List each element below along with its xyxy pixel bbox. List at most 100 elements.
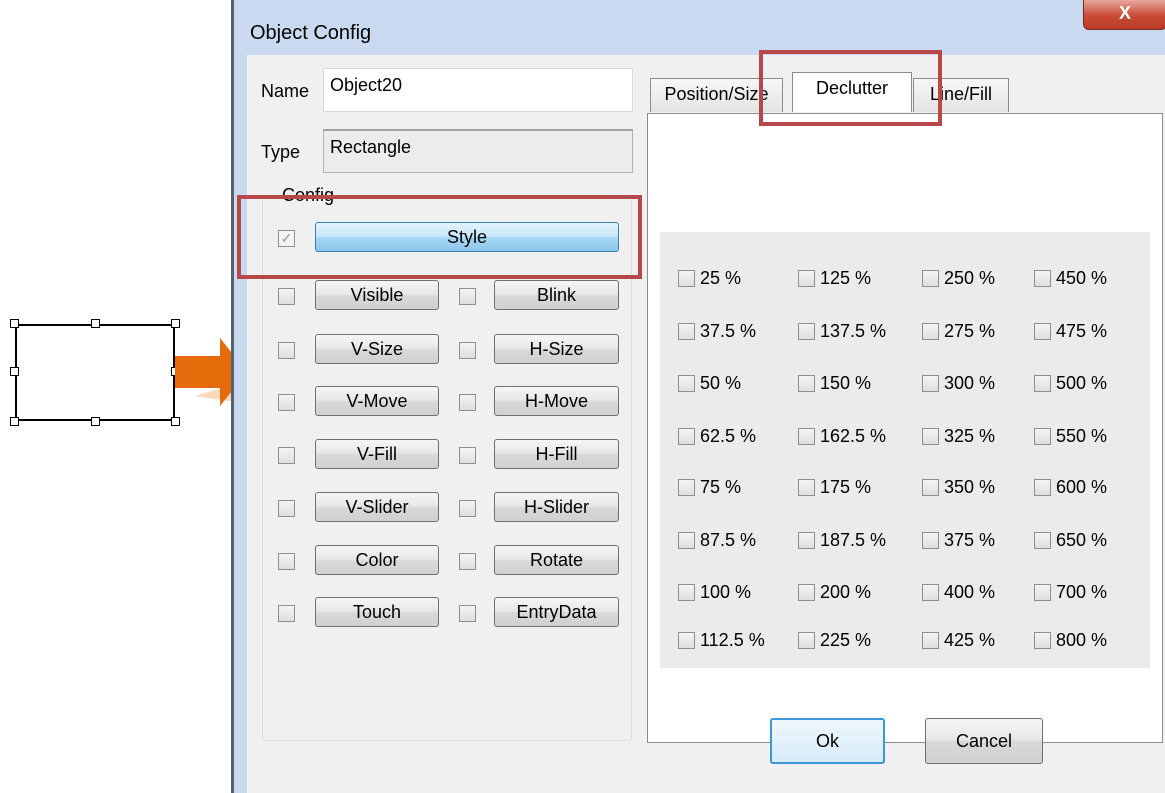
v-size-button[interactable]: V-Size (315, 334, 439, 364)
color-button[interactable]: Color (315, 545, 439, 575)
declutter-checkbox[interactable] (798, 479, 815, 496)
declutter-label: 100 % (700, 582, 752, 602)
declutter-checkbox[interactable] (922, 270, 939, 287)
declutter-checkbox[interactable] (1034, 479, 1051, 496)
declutter-label: 187.5 % (820, 530, 887, 550)
ok-button[interactable]: Ok (770, 718, 885, 764)
h-slider-button[interactable]: H-Slider (494, 492, 619, 522)
declutter-checkbox[interactable] (922, 375, 939, 392)
resize-handle[interactable] (171, 417, 180, 426)
declutter-label: 175 % (820, 477, 872, 497)
declutter-checkbox[interactable] (798, 428, 815, 445)
blink-button[interactable]: Blink (494, 280, 619, 310)
declutter-checkbox[interactable] (1034, 532, 1051, 549)
declutter-checkbox[interactable] (798, 375, 815, 392)
declutter-checkbox[interactable] (678, 375, 695, 392)
resize-handle[interactable] (171, 319, 180, 328)
declutter-checkbox[interactable] (922, 479, 939, 496)
declutter-options: 25 % 37.5 % 50 % 62.5 % 75 % 87.5 % 100 % 112.5… (660, 232, 1150, 668)
object-config-dialog: Object Config X Name Object20 Type Recta… (231, 0, 1165, 793)
checkbox-h-fill[interactable] (459, 447, 476, 464)
declutter-label: 375 % (944, 530, 996, 550)
declutter-checkbox[interactable] (798, 632, 815, 649)
resize-handle[interactable] (10, 367, 19, 376)
declutter-label: 275 % (944, 321, 996, 341)
declutter-label: 450 % (1056, 268, 1108, 288)
resize-handle[interactable] (10, 319, 19, 328)
dialog-client-area: Name Object20 Type Rectangle Config ✓ St… (237, 50, 1165, 793)
h-move-button[interactable]: H-Move (494, 386, 619, 416)
checkbox-touch[interactable] (278, 605, 295, 622)
declutter-checkbox[interactable] (678, 270, 695, 287)
declutter-label: 62.5 % (700, 426, 757, 446)
checkbox-visible[interactable] (278, 288, 295, 305)
declutter-checkbox[interactable] (678, 323, 695, 340)
v-move-button[interactable]: V-Move (315, 386, 439, 416)
dialog-title: Object Config (250, 22, 372, 44)
declutter-checkbox[interactable] (1034, 375, 1051, 392)
declutter-checkbox[interactable] (678, 479, 695, 496)
v-fill-button[interactable]: V-Fill (315, 439, 439, 469)
selected-rectangle-object[interactable] (15, 324, 175, 421)
resize-handle[interactable] (10, 417, 19, 426)
visible-button[interactable]: Visible (315, 280, 439, 310)
declutter-checkbox[interactable] (798, 532, 815, 549)
declutter-label: 137.5 % (820, 321, 887, 341)
resize-handle[interactable] (91, 417, 100, 426)
declutter-checkbox[interactable] (678, 532, 695, 549)
touch-button[interactable]: Touch (315, 597, 439, 627)
checkbox-blink[interactable] (459, 288, 476, 305)
declutter-label: 650 % (1056, 530, 1108, 550)
checkbox-h-slider[interactable] (459, 500, 476, 517)
cancel-button[interactable]: Cancel (925, 718, 1043, 764)
declutter-label: 300 % (944, 373, 996, 393)
declutter-checkbox[interactable] (1034, 270, 1051, 287)
declutter-checkbox[interactable] (1034, 584, 1051, 601)
name-label: Name (261, 81, 310, 101)
declutter-label: 800 % (1056, 630, 1108, 650)
declutter-checkbox[interactable] (922, 323, 939, 340)
rotate-button[interactable]: Rotate (494, 545, 619, 575)
type-field: Rectangle (323, 129, 633, 173)
declutter-label: 87.5 % (700, 530, 757, 550)
declutter-checkbox[interactable] (1034, 323, 1051, 340)
declutter-label: 250 % (944, 268, 996, 288)
checkbox-v-move[interactable] (278, 394, 295, 411)
declutter-checkbox[interactable] (678, 584, 695, 601)
v-slider-button[interactable]: V-Slider (315, 492, 439, 522)
name-field[interactable]: Object20 (323, 68, 633, 112)
checkbox-entrydata[interactable] (459, 605, 476, 622)
checkbox-v-size[interactable] (278, 342, 295, 359)
resize-handle[interactable] (91, 319, 100, 328)
declutter-checkbox[interactable] (798, 584, 815, 601)
checkbox-v-slider[interactable] (278, 500, 295, 517)
declutter-checkbox[interactable] (922, 532, 939, 549)
close-button[interactable]: X (1083, 0, 1165, 30)
declutter-checkbox[interactable] (922, 632, 939, 649)
declutter-label: 350 % (944, 477, 996, 497)
checkbox-h-size[interactable] (459, 342, 476, 359)
declutter-checkbox[interactable] (1034, 632, 1051, 649)
declutter-checkbox[interactable] (922, 584, 939, 601)
checkbox-v-fill[interactable] (278, 447, 295, 464)
declutter-checkbox[interactable] (798, 270, 815, 287)
checkbox-color[interactable] (278, 553, 295, 570)
declutter-checkbox[interactable] (678, 428, 695, 445)
checkbox-h-move[interactable] (459, 394, 476, 411)
declutter-checkbox[interactable] (678, 632, 695, 649)
entrydata-button[interactable]: EntryData (494, 597, 619, 627)
h-fill-button[interactable]: H-Fill (494, 439, 619, 469)
declutter-label: 425 % (944, 630, 996, 650)
declutter-label: 200 % (820, 582, 872, 602)
declutter-checkbox[interactable] (798, 323, 815, 340)
h-size-button[interactable]: H-Size (494, 334, 619, 364)
type-label: Type (261, 142, 301, 162)
declutter-label: 25 % (700, 268, 742, 288)
declutter-label: 325 % (944, 426, 996, 446)
declutter-label: 125 % (820, 268, 872, 288)
declutter-checkbox[interactable] (1034, 428, 1051, 445)
declutter-panel: 25 % 37.5 % 50 % 62.5 % 75 % 87.5 % 100 % 112.5… (647, 113, 1163, 743)
declutter-checkbox[interactable] (922, 428, 939, 445)
checkbox-rotate[interactable] (459, 553, 476, 570)
declutter-label: 475 % (1056, 321, 1108, 341)
